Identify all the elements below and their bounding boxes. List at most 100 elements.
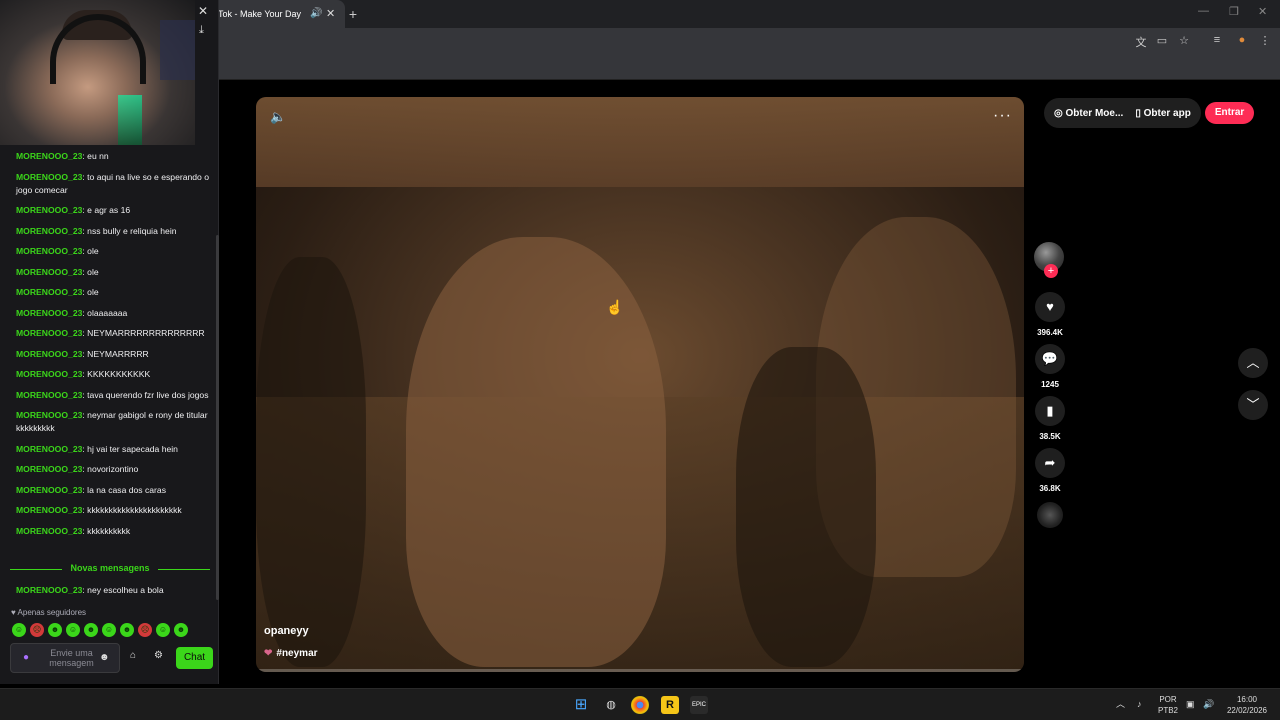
chat-username[interactable]: MORENOOO_23 (16, 328, 82, 338)
chat-username[interactable]: MORENOOO_23 (16, 505, 82, 515)
emote-icon[interactable]: ☹ (30, 623, 44, 637)
video-left-figure (256, 257, 366, 667)
emote-icon[interactable]: ☻ (174, 623, 188, 637)
emote-icon[interactable]: ☻ (48, 623, 62, 637)
chat-username[interactable]: MORENOOO_23 (16, 267, 82, 277)
restore-icon[interactable]: ❐ (1229, 5, 1239, 18)
share-count: 36.8K (1039, 484, 1061, 493)
emote-icon[interactable]: ☻ (120, 623, 134, 637)
emote-icon[interactable]: ☻ (84, 623, 98, 637)
video-player[interactable]: 🔈 ··· opaneyy ❤ #neymar ☝ (256, 97, 1024, 672)
keyboard-layout: PTB2 (1158, 706, 1179, 715)
coin-icon: ◎ (1054, 107, 1063, 119)
browser-tab[interactable]: Tok - Make Your Day 🔊 ✕ (210, 0, 345, 28)
emote-icon[interactable]: ☹ (138, 623, 152, 637)
windows-start-icon[interactable]: ⊞ (572, 696, 590, 714)
chat-username[interactable]: MORENOOO_23 (16, 585, 82, 595)
mic-tray-icon[interactable]: ♪ (1137, 699, 1142, 710)
video-progress-bar[interactable] (256, 669, 1024, 672)
cast-icon[interactable]: ▭ (1154, 34, 1170, 47)
speaker-icon[interactable]: 🔊 (310, 0, 322, 28)
new-tab-button[interactable]: + (346, 4, 360, 24)
chat-username[interactable]: MORENOOO_23 (16, 369, 82, 379)
rockstar-icon[interactable]: R (661, 696, 679, 714)
clock[interactable]: 16:00 22/02/2026 (1224, 694, 1270, 716)
chat-username[interactable]: MORENOOO_23 (16, 410, 82, 420)
share-button[interactable]: ➦ (1035, 448, 1065, 478)
music-disc[interactable] (1037, 502, 1063, 528)
epic-games-icon[interactable]: EPIC (690, 696, 708, 714)
chat-username[interactable]: MORENOOO_23 (16, 172, 82, 182)
chat-text: olaaaaaaa (87, 307, 128, 318)
new-chat-message: MORENOOO_23: ney escolheu a bola (16, 584, 214, 597)
app-icon[interactable]: ◍ (602, 696, 620, 714)
microphone-icon[interactable]: ● (23, 652, 29, 663)
get-coins-button[interactable]: ◎ Obter Moe... (1054, 108, 1123, 119)
like-button[interactable]: ♥ (1035, 292, 1065, 322)
media-icon[interactable]: ≡ (1209, 34, 1225, 46)
chat-username[interactable]: MORENOOO_23 (16, 444, 82, 454)
webcam-shelf (160, 20, 195, 80)
chat-message: MORENOOO_23: ole (16, 286, 214, 299)
translate-icon[interactable]: 文 (1133, 34, 1149, 50)
previous-video-button[interactable]: ︿ (1238, 348, 1268, 378)
emote-icon[interactable]: ☺ (156, 623, 170, 637)
pip-close-icon[interactable]: ✕ (198, 4, 208, 18)
star-icon[interactable]: ☆ (1176, 34, 1192, 47)
chat-username[interactable]: MORENOOO_23 (16, 390, 82, 400)
chat-username[interactable]: MORENOOO_23 (16, 205, 82, 215)
menu-icon[interactable]: ⋮ (1257, 34, 1273, 47)
network-icon[interactable]: ▣ (1186, 699, 1195, 710)
comment-button[interactable]: 💬 (1035, 344, 1065, 374)
tab-close-icon[interactable]: ✕ (326, 0, 335, 28)
window-close-icon[interactable]: ✕ (1258, 5, 1267, 18)
emote-icon[interactable]: ☺ (102, 623, 116, 637)
hashtag-link[interactable]: #neymar (276, 648, 317, 659)
chrome-icon[interactable] (631, 696, 649, 714)
language-indicator[interactable]: POR PTB2 (1158, 694, 1178, 716)
chat-username[interactable]: MORENOOO_23 (16, 526, 82, 536)
chat-username[interactable]: MORENOOO_23 (16, 226, 82, 236)
save-button[interactable]: ▮ (1035, 396, 1065, 426)
download-icon[interactable]: ⤓ (199, 24, 204, 37)
emote-icon[interactable]: ☺ (66, 623, 80, 637)
phone-icon: ▯ (1135, 107, 1141, 119)
tray-chevron-icon[interactable]: ︿ (1116, 699, 1125, 710)
chat-username[interactable]: MORENOOO_23 (16, 349, 82, 359)
more-options-icon[interactable]: ··· (993, 107, 1012, 125)
volume-icon[interactable]: 🔈 (270, 109, 288, 127)
chat-text: novorizontino (87, 464, 139, 474)
chat-text: ney escolheu a bola (87, 585, 164, 595)
chat-username[interactable]: MORENOOO_23 (16, 308, 82, 318)
volume-tray-icon[interactable]: 🔊 (1203, 699, 1214, 710)
followers-only-notice: ♥ Apenas seguidores (11, 608, 86, 617)
chat-username[interactable]: MORENOOO_23 (16, 485, 82, 495)
get-app-button[interactable]: ▯ Obter app (1135, 108, 1191, 119)
chat-scrollbar[interactable] (216, 235, 219, 600)
chat-message: MORENOOO_23: NEYMARRRRR (16, 348, 214, 361)
windows-taskbar: ⊞ ◍ R EPIC ︿ ♪ POR PTB2 ▣ 🔊 16:00 22/02/… (0, 688, 1280, 720)
language-code: POR (1159, 695, 1177, 704)
emoji-icon[interactable]: ☻ (99, 652, 110, 663)
divider-line-right (158, 569, 210, 570)
stream-chat-panel: ✕ ⤓ MORENOOO_23: eu nn MORENOOO_23: to aq… (0, 0, 219, 684)
minimize-icon[interactable]: — (1198, 5, 1209, 17)
next-video-button[interactable]: ﹀ (1238, 390, 1268, 420)
chat-input[interactable]: ● Envie uma mensagem ☻ (10, 643, 120, 673)
video-author[interactable]: opaneyy (264, 625, 309, 637)
login-button[interactable]: Entrar (1204, 102, 1255, 124)
chat-message: MORENOOO_23: ole (16, 245, 214, 258)
profile-icon[interactable]: ● (1234, 34, 1250, 46)
follow-plus-icon[interactable]: + (1044, 264, 1058, 278)
chat-username[interactable]: MORENOOO_23 (16, 287, 82, 297)
chat-username[interactable]: MORENOOO_23 (16, 464, 82, 474)
gear-icon[interactable]: ⚙ (154, 650, 163, 661)
emote-icon[interactable]: ☺ (12, 623, 26, 637)
chat-username[interactable]: MORENOOO_23 (16, 151, 82, 161)
chat-message: MORENOOO_23: eu nn (16, 150, 214, 163)
shop-icon[interactable]: ⌂ (130, 650, 136, 661)
heart-icon: ♥ (1046, 299, 1054, 314)
clock-time: 16:00 (1236, 695, 1258, 704)
chat-username[interactable]: MORENOOO_23 (16, 246, 82, 256)
chat-send-button[interactable]: Chat (176, 647, 213, 669)
